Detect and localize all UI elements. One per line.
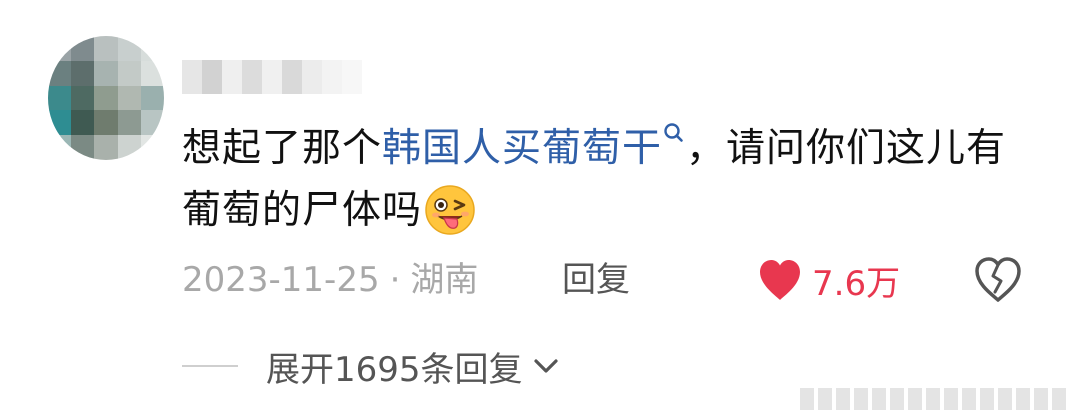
comment-text-before: 想起了那个: [182, 126, 383, 171]
like-button[interactable]: 7.6万: [756, 254, 900, 306]
watermark-blurred: [800, 388, 1066, 410]
comment-date: 2023-11-25: [182, 260, 380, 300]
divider-line: [182, 365, 238, 367]
username-blurred[interactable]: [182, 60, 362, 94]
comment-location: 湖南: [410, 260, 479, 300]
chevron-down-icon: [533, 359, 558, 373]
reply-button[interactable]: 回复: [562, 252, 630, 308]
expand-replies-button[interactable]: 展开1695条回复: [182, 338, 561, 394]
heart-icon: [760, 260, 800, 300]
meta-separator: ·: [389, 260, 401, 300]
expand-replies-label: 展开1695条回复: [266, 349, 523, 390]
topic-link-label: 韩国人买葡萄干: [382, 126, 663, 171]
topic-link[interactable]: 韩国人买葡萄干: [382, 123, 686, 171]
like-count: 7.6万: [812, 263, 901, 304]
broken-heart-icon[interactable]: [972, 256, 1024, 304]
comment-meta: 2023-11-25 · 湖南: [182, 252, 478, 308]
search-icon: [664, 123, 683, 142]
avatar[interactable]: [48, 36, 164, 160]
comment-text: 想起了那个韩国人买葡萄干 ，请问你们这儿有葡萄的尸体吗: [182, 118, 1042, 242]
wink-tongue-emoji: [425, 184, 475, 235]
